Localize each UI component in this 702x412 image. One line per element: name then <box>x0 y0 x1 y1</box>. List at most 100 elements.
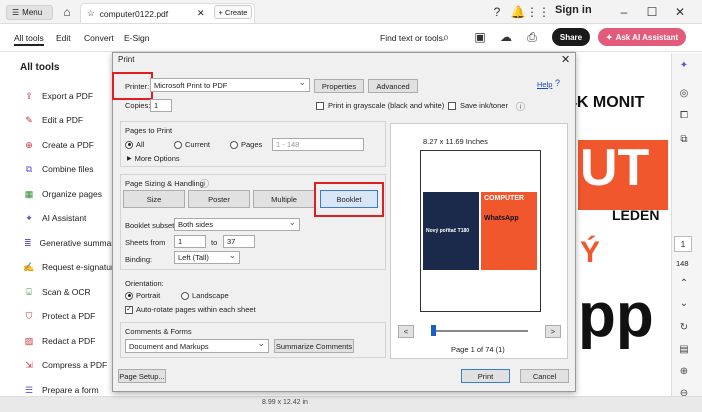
bell-icon[interactable]: 🔔 <box>511 5 526 19</box>
tool-edit-pdf[interactable]: ✎ Edit a PDF <box>24 113 116 127</box>
tool-protect[interactable]: ⛉ Protect a PDF <box>24 309 116 323</box>
orientation-label: Orientation: <box>125 279 164 288</box>
apps-grid-icon[interactable]: ⋮⋮ <box>526 5 550 19</box>
summarize-comments-button[interactable]: Summarize Comments <box>274 339 354 353</box>
tool-request-esign[interactable]: ✍ Request e-signatures <box>24 260 116 274</box>
radio-current[interactable]: Current <box>174 140 210 149</box>
copies-label: Copies: <box>125 101 151 110</box>
radio-pages[interactable]: Pages <box>230 140 262 149</box>
minimize-icon[interactable]: – <box>618 5 630 19</box>
save-ink-checkbox[interactable]: Save ink/toner <box>448 101 508 110</box>
create-tab-button[interactable]: + Create <box>214 5 252 19</box>
tool-prepare-form[interactable]: ☰ Prepare a form <box>24 383 116 397</box>
size-button[interactable]: Size <box>123 190 185 208</box>
poster-button[interactable]: Poster <box>188 190 250 208</box>
triangle-right-icon: ▶ <box>127 156 132 162</box>
tool-redact[interactable]: ▨ Redact a PDF <box>24 334 116 348</box>
booklet-subset-select[interactable]: Both sides <box>174 218 300 231</box>
help-link[interactable]: Help <box>537 80 552 89</box>
tool-organize[interactable]: ▦ Organize pages <box>24 187 116 201</box>
tool-create-pdf[interactable]: ⊕ Create a PDF <box>24 138 116 152</box>
tool-combine[interactable]: ⧉ Combine files <box>24 162 116 176</box>
sizing-info-icon[interactable]: ⓘ <box>200 177 209 190</box>
summary-icon: ≣ <box>24 237 32 248</box>
binding-select[interactable]: Left (Tall) <box>174 251 240 264</box>
advanced-button[interactable]: Advanced <box>368 79 418 93</box>
search-icon[interactable]: ⌕ <box>440 30 452 44</box>
sizing-section-title: Page Sizing & Handling <box>125 179 204 188</box>
ai-chat-icon[interactable]: ✦ <box>676 60 692 71</box>
tool-scan-ocr[interactable]: ⌸ Scan & OCR <box>24 285 116 299</box>
star-icon[interactable]: ☆ <box>87 8 95 19</box>
radio-landscape[interactable]: Landscape <box>181 291 229 300</box>
dialog-close-icon[interactable]: ✕ <box>561 53 570 66</box>
auto-rotate-checkbox[interactable]: ✓ Auto-rotate pages within each sheet <box>125 305 256 314</box>
help-icon[interactable]: ? <box>490 5 504 19</box>
share-button[interactable]: Share <box>552 28 590 46</box>
preview-prev-button[interactable]: < <box>398 325 414 338</box>
help-circle-icon[interactable]: ? <box>555 78 560 88</box>
preview-slider-thumb[interactable] <box>431 325 436 336</box>
more-options-toggle[interactable]: ▶ More Options <box>127 154 180 163</box>
properties-button[interactable]: Properties <box>314 79 364 93</box>
comment-icon[interactable]: ◎ <box>676 88 692 99</box>
printer-select[interactable]: Microsoft Print to PDF <box>150 78 310 92</box>
sign-in-link[interactable]: Sign in <box>555 4 592 16</box>
zoom-in-icon[interactable]: ⊕ <box>676 366 692 377</box>
copies-input[interactable]: 1 <box>150 99 172 112</box>
tool-compress[interactable]: ⇲ Compress a PDF <box>24 358 116 372</box>
close-window-icon[interactable]: ✕ <box>674 5 686 19</box>
save-icon[interactable]: ▣ <box>474 30 486 44</box>
page-number-input[interactable]: 1 <box>674 236 692 252</box>
export-icon: ⇪ <box>25 90 33 101</box>
radio-all[interactable]: All <box>125 140 144 149</box>
preview-size-label: 8.27 x 11.69 Inches <box>423 137 488 146</box>
menu-button[interactable]: ☰ Menu <box>6 5 53 20</box>
find-text-button[interactable]: Find text or tools <box>380 33 443 43</box>
refresh-icon[interactable]: ↻ <box>676 322 692 333</box>
create-icon: ⊕ <box>25 139 33 150</box>
sheets-to-input[interactable]: 37 <box>223 235 255 248</box>
comments-select[interactable]: Document and Markups <box>125 339 269 353</box>
tool-ai-assistant[interactable]: ✦ AI Assistant <box>24 211 116 225</box>
maximize-icon[interactable]: ☐ <box>646 5 658 19</box>
pages-icon[interactable]: ⧉ <box>676 134 692 145</box>
printer-icon[interactable]: ⎙ <box>526 30 538 44</box>
edit-tab[interactable]: Edit <box>56 33 71 43</box>
grayscale-checkbox[interactable]: Print in grayscale (black and white) <box>316 101 444 110</box>
convert-tab[interactable]: Convert <box>84 33 114 43</box>
sparkle-icon: ✦ <box>605 32 613 42</box>
cancel-button[interactable]: Cancel <box>520 369 569 383</box>
home-icon[interactable]: ⌂ <box>60 5 74 19</box>
tool-generative-summary[interactable]: ≣ Generative summary <box>24 236 116 250</box>
page-setup-button[interactable]: Page Setup... <box>118 369 166 383</box>
preview-slider-track[interactable] <box>431 330 528 332</box>
ai-assistant-button[interactable]: ✦ Ask AI Assistant <box>598 28 686 46</box>
scan-icon: ⌸ <box>26 286 32 297</box>
chevron-down-icon[interactable]: ⌄ <box>676 298 692 309</box>
document-icon[interactable]: ▤ <box>676 344 692 355</box>
multiple-button[interactable]: Multiple <box>253 190 315 208</box>
radio-portrait[interactable]: Portrait <box>125 291 160 300</box>
all-tools-tab[interactable]: All tools <box>14 33 44 43</box>
print-button[interactable]: Print <box>461 369 510 383</box>
pages-range-input[interactable]: 1 - 148 <box>272 138 364 151</box>
sheets-from-input[interactable]: 1 <box>174 235 206 248</box>
bookmark-icon[interactable]: ⧠ <box>676 110 692 121</box>
hamburger-icon: ☰ <box>12 8 20 17</box>
combine-icon: ⧉ <box>25 163 33 174</box>
thumb-right-app: WhatsApp <box>484 215 519 222</box>
upload-cloud-icon[interactable]: ☁ <box>500 30 512 44</box>
info-icon[interactable]: ⓘ <box>516 100 525 113</box>
tool-export-pdf[interactable]: ⇪ Export a PDF <box>24 89 116 103</box>
chevron-up-icon[interactable]: ⌃ <box>676 278 692 289</box>
signature-icon: ✍ <box>24 261 35 272</box>
booklet-highlight <box>314 182 384 217</box>
redact-icon: ▨ <box>24 335 34 346</box>
esign-tab[interactable]: E-Sign <box>124 33 150 43</box>
doc-letter: Ý <box>580 236 601 269</box>
page-total: 148 <box>676 259 689 268</box>
preview-thumb-right <box>481 192 537 270</box>
preview-next-button[interactable]: > <box>545 325 561 338</box>
printer-highlight <box>112 72 153 100</box>
